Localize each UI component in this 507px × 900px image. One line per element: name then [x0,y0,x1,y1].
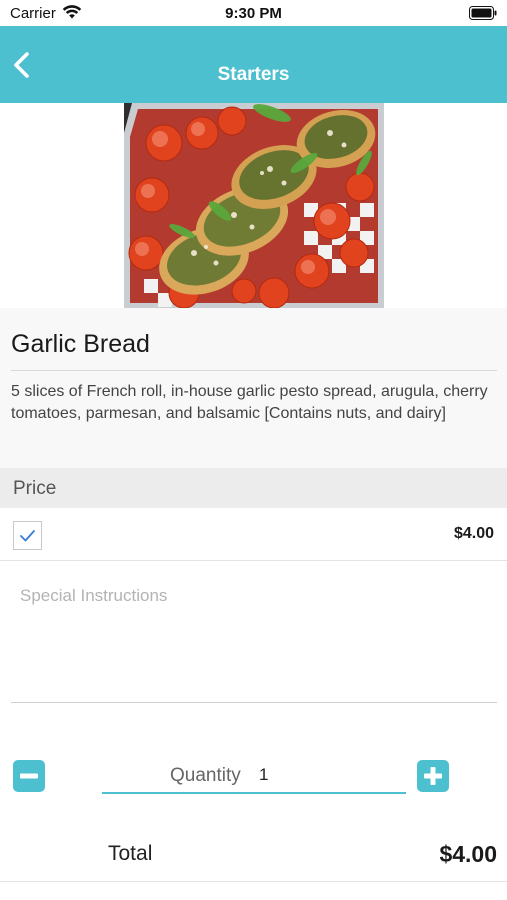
price-option-checkbox[interactable] [13,521,42,550]
minus-icon [20,773,38,779]
price-option-value: $4.00 [453,525,494,542]
quantity-value[interactable]: 1 [259,765,268,785]
total-label: Total [108,842,153,865]
nav-bar: Starters [0,26,507,103]
increase-quantity-button[interactable] [417,760,449,792]
total-value: $4.00 [439,841,497,867]
quantity-label: Quantity [170,765,241,786]
item-photo [124,103,384,308]
quantity-field[interactable]: Quantity 1 [102,758,406,794]
nav-title: Starters [217,64,290,85]
checkmark-icon [20,530,35,542]
divider [11,370,497,371]
price-option-row[interactable]: $4.00 [0,508,507,561]
battery-icon [469,6,497,25]
item-title: Garlic Bread [11,330,150,358]
status-bar: Carrier 9:30 PM [0,0,507,26]
price-header-label: Price [13,478,57,499]
plus-icon [424,767,442,785]
item-description: 5 slices of French roll, in-house garlic… [11,383,488,422]
price-section-header: Price [0,468,507,508]
decrease-quantity-button[interactable] [13,760,45,792]
status-time: 9:30 PM [225,5,282,22]
total-row: Total $4.00 [0,828,507,882]
special-instructions-input[interactable] [11,562,497,703]
item-info: Garlic Bread 5 slices of French roll, in… [0,308,507,468]
